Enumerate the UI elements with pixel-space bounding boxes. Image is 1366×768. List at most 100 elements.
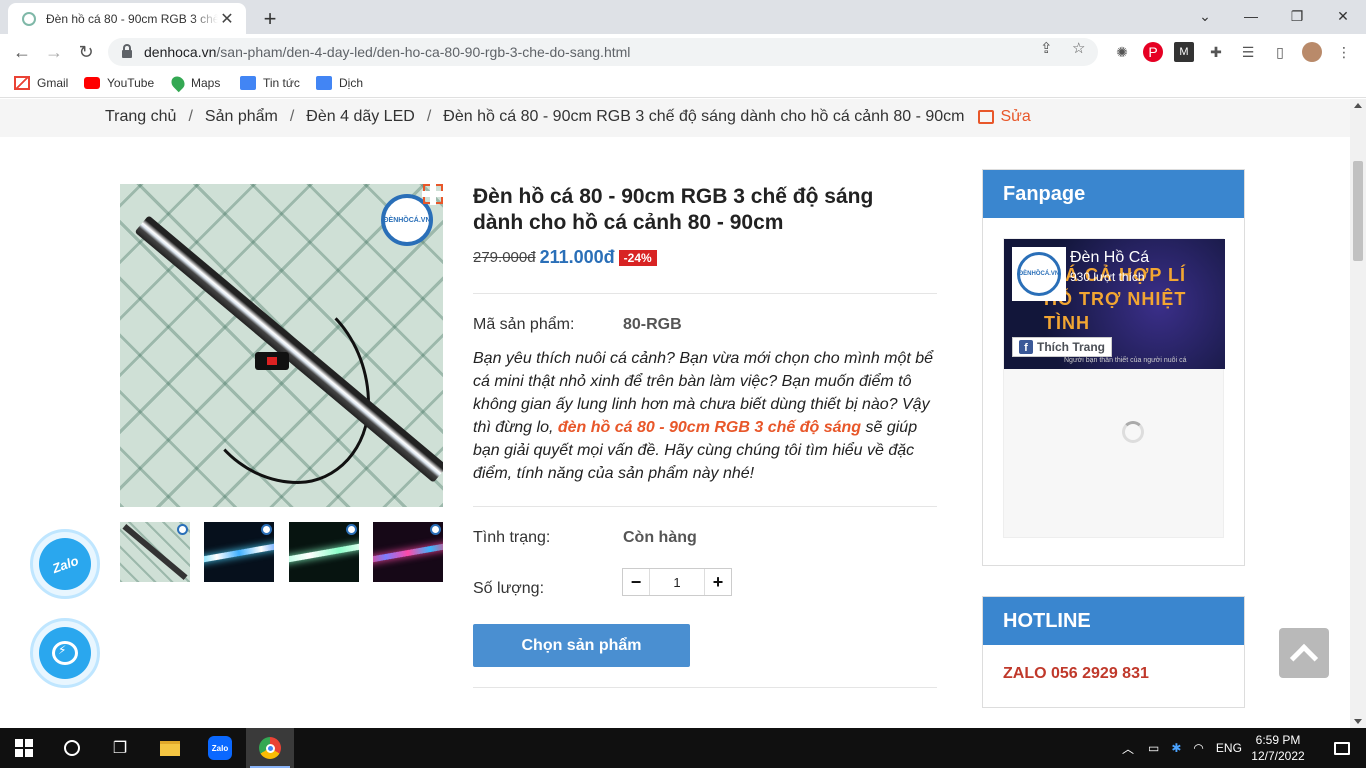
new-tab-button[interactable]: +: [258, 6, 282, 32]
quantity-input[interactable]: 1: [649, 569, 705, 595]
forward-button[interactable]: →: [40, 39, 68, 65]
breadcrumb-bar: Trang chủ / Sản phẩm / Đèn 4 dãy LED / Đ…: [0, 99, 1350, 137]
notification-center-button[interactable]: [1318, 728, 1366, 768]
tray-overflow-chevron-icon[interactable]: ︿: [1122, 740, 1134, 757]
status-label: Tình trạng:: [473, 529, 551, 546]
reload-button[interactable]: ↻: [72, 39, 100, 65]
bookmark-label: YouTube: [107, 76, 155, 90]
page-scrollbar[interactable]: [1350, 99, 1366, 728]
bookmark-youtube[interactable]: YouTube: [84, 76, 154, 90]
windows-logo-icon: [15, 739, 33, 757]
fanpage-panel: Fanpage GIÁ CẢ HỢP LÍ HỖ TRỢ NHIỆT TÌNH …: [982, 169, 1245, 566]
bookmark-star-icon[interactable]: ☆: [1072, 39, 1085, 57]
lock-icon[interactable]: [122, 44, 132, 58]
product-description: Bạn yêu thích nuôi cá cảnh? Bạn vừa mới …: [473, 350, 934, 482]
product-thumbnail[interactable]: [373, 522, 443, 582]
bookmark-maps[interactable]: Maps: [168, 73, 221, 93]
taskbar-chrome[interactable]: [246, 728, 294, 768]
loading-spinner-icon: [1122, 421, 1144, 443]
price-row: 279.000đ 211.000đ -24%: [473, 247, 657, 268]
search-button[interactable]: [48, 728, 96, 768]
browser-tab[interactable]: Đèn hồ cá 80 - 90cm RGB 3 chế độ sáng dà…: [8, 3, 246, 34]
zoom-expand-icon[interactable]: [422, 183, 444, 205]
fb-tagline: Người bạn thân thiết của người nuôi cá: [1064, 357, 1187, 364]
url-host: denhoca.vn: [144, 44, 217, 60]
address-bar[interactable]: denhoca.vn/san-pham/den-4-day-led/den-ho…: [108, 38, 1098, 66]
fanpage-title: Fanpage: [983, 170, 1244, 218]
back-button[interactable]: ←: [8, 39, 36, 65]
breadcrumb-home[interactable]: Trang chủ: [105, 108, 176, 126]
zalo-chat-button[interactable]: Zalo: [30, 529, 100, 599]
bookmark-gmail[interactable]: Gmail: [14, 76, 68, 90]
select-product-button[interactable]: Chọn sản phẩm: [473, 624, 690, 667]
sku-label: Mã sản phẩm:: [473, 316, 575, 333]
close-window-button[interactable]: ✕: [1320, 2, 1366, 30]
breadcrumb-separator: /: [188, 108, 193, 125]
fb-page-name[interactable]: Đèn Hồ Cá: [1070, 249, 1149, 267]
minimize-button[interactable]: —: [1228, 2, 1274, 30]
chrome-menu-icon[interactable]: ⋮: [1334, 42, 1354, 62]
taskbar-file-explorer[interactable]: [146, 728, 194, 768]
scroll-up-arrow-icon[interactable]: [1354, 103, 1362, 108]
bookmark-translate[interactable]: Dịch: [316, 76, 363, 90]
brand-mini-icon: [430, 524, 441, 535]
system-clock[interactable]: 6:59 PM 12/7/2022: [1248, 732, 1308, 764]
breadcrumb-category[interactable]: Đèn 4 dãy LED: [306, 108, 415, 126]
youtube-icon: [84, 77, 100, 89]
tab-search-icon[interactable]: ⌄: [1182, 2, 1228, 30]
taskbar-zalo[interactable]: Zalo: [196, 728, 244, 768]
edit-link[interactable]: Sửa: [978, 108, 1031, 126]
battery-icon[interactable]: ▭: [1148, 741, 1159, 755]
pinterest-icon[interactable]: P: [1143, 42, 1163, 62]
share-icon[interactable]: ⇪: [1040, 39, 1053, 57]
fb-page-avatar[interactable]: ĐÈNHỒCÁ.VN: [1012, 247, 1066, 301]
extensions-puzzle-icon[interactable]: ✚: [1206, 42, 1226, 62]
hotline-panel: HOTLINE ZALO 056 2929 831: [982, 596, 1245, 708]
profile-avatar[interactable]: [1302, 42, 1322, 62]
hotline-title: HOTLINE: [983, 597, 1244, 645]
task-view-button[interactable]: ❐: [96, 728, 144, 768]
wifi-icon[interactable]: ◠: [1193, 741, 1203, 755]
divider: [473, 687, 937, 688]
product-title: Đèn hồ cá 80 - 90cm RGB 3 chế độ sáng dà…: [473, 185, 874, 234]
bluetooth-icon[interactable]: ✱: [1171, 741, 1181, 755]
scrollbar-thumb[interactable]: [1353, 161, 1363, 261]
quantity-decrease-button[interactable]: −: [623, 569, 649, 595]
m-extension-icon[interactable]: M: [1174, 42, 1194, 62]
brand-mini-icon: [177, 524, 188, 535]
bookmark-label: Dịch: [339, 76, 364, 90]
breadcrumb-separator: /: [289, 108, 295, 125]
fb-like-page-button[interactable]: f Thích Trang: [1012, 337, 1113, 357]
hotline-number[interactable]: ZALO 056 2929 831: [983, 645, 1244, 703]
description-highlight: đèn hồ cá 80 - 90cm RGB 3 chế độ sáng: [557, 419, 862, 436]
close-tab-icon[interactable]: ✕: [218, 9, 236, 29]
facebook-icon: f: [1019, 340, 1033, 354]
restore-button[interactable]: ❐: [1274, 2, 1320, 30]
side-panel-icon[interactable]: ▯: [1270, 42, 1290, 62]
bookmarks-bar: Gmail YouTube Maps Tin tức Dịch: [0, 70, 1366, 98]
quantity-increase-button[interactable]: +: [705, 569, 731, 595]
back-to-top-button[interactable]: [1279, 628, 1329, 678]
chevron-up-icon: [1289, 643, 1319, 673]
language-indicator[interactable]: ENG: [1216, 741, 1242, 755]
notification-icon: [1334, 741, 1350, 755]
product-main-image[interactable]: ĐÈNHỒCÁ.VN: [120, 184, 443, 507]
bookmark-label: Maps: [191, 76, 221, 90]
sku-value: 80-RGB: [623, 316, 682, 333]
product-thumbnail[interactable]: [120, 522, 190, 582]
breadcrumb-products[interactable]: Sản phẩm: [205, 108, 278, 126]
messenger-chat-button[interactable]: [30, 618, 100, 688]
page-viewport: Trang chủ / Sản phẩm / Đèn 4 dãy LED / Đ…: [0, 99, 1350, 728]
breadcrumb-separator: /: [426, 108, 432, 125]
product-thumbnail[interactable]: [204, 522, 274, 582]
facebook-cover[interactable]: GIÁ CẢ HỢP LÍ HỖ TRỢ NHIỆT TÌNH ĐÈNHỒCÁ.…: [1004, 239, 1225, 369]
bookmark-news[interactable]: Tin tức: [240, 76, 300, 90]
extension-gear-icon[interactable]: ✺: [1112, 42, 1132, 62]
scroll-down-arrow-icon[interactable]: [1354, 719, 1362, 724]
fb-like-count: 930 lượt thích: [1070, 270, 1145, 284]
start-button[interactable]: [0, 728, 48, 768]
gmail-icon: [14, 76, 30, 90]
browser-toolbar: ← → ↻ denhoca.vn/san-pham/den-4-day-led/…: [0, 34, 1366, 70]
product-thumbnail[interactable]: [289, 522, 359, 582]
reading-list-icon[interactable]: ☰: [1238, 42, 1258, 62]
